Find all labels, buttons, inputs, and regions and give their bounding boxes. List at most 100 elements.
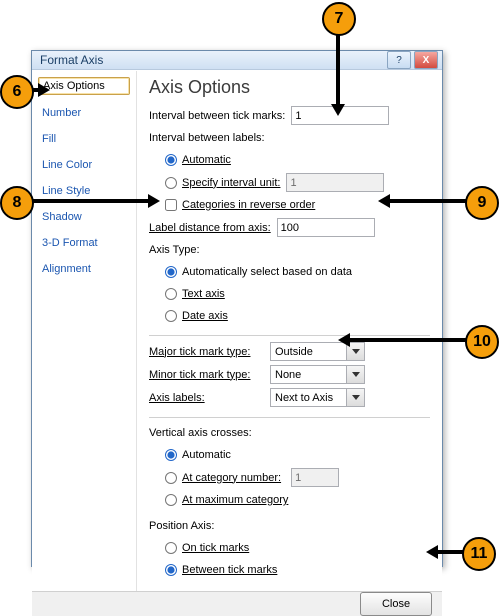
callout-9: 9 <box>465 186 499 220</box>
arrow-11-line <box>438 550 464 554</box>
axis-type-text-radio[interactable] <box>165 288 177 300</box>
minor-tick-select[interactable]: None <box>270 365 365 384</box>
sidebar: Axis Options Number Fill Line Color Line… <box>32 71 137 591</box>
specify-unit-label: Specify interval unit: <box>182 177 280 189</box>
row-axis-type-text: Text axis <box>149 285 430 303</box>
major-tick-value: Outside <box>275 346 346 358</box>
vert-cross-auto-label: Automatic <box>182 449 231 461</box>
arrow-10-line <box>350 338 468 342</box>
vert-cross-max-label: At maximum category <box>182 494 288 506</box>
arrow-8-head <box>148 194 160 208</box>
row-major-tick: Major tick mark type: Outside <box>149 342 430 361</box>
interval-auto-label: Automatic <box>182 154 231 166</box>
sidebar-item-label: 3-D Format <box>42 237 98 249</box>
sidebar-item-line-style[interactable]: Line Style <box>38 183 130 199</box>
separator-2 <box>149 417 430 418</box>
close-button[interactable]: Close <box>360 592 432 616</box>
row-vert-cross-cat: At category number: <box>149 468 430 487</box>
sidebar-item-alignment[interactable]: Alignment <box>38 261 130 277</box>
sidebar-item-label: Number <box>42 107 81 119</box>
minor-tick-value: None <box>275 369 346 381</box>
axis-labels-value: Next to Axis <box>275 392 346 404</box>
position-axis-label: Position Axis: <box>149 520 214 532</box>
dialog-footer: Close <box>32 591 442 616</box>
major-tick-select[interactable]: Outside <box>270 342 365 361</box>
arrow-6-head <box>38 83 50 97</box>
close-window-button[interactable]: X <box>414 51 438 69</box>
callout-7: 7 <box>322 2 356 36</box>
axis-type-date-radio[interactable] <box>165 310 177 322</box>
dialog-body: Axis Options Number Fill Line Color Line… <box>32 70 442 591</box>
sidebar-item-label: Line Color <box>42 159 92 171</box>
position-on-radio[interactable] <box>165 542 177 554</box>
sidebar-item-3d-format[interactable]: 3-D Format <box>38 235 130 251</box>
sidebar-item-fill[interactable]: Fill <box>38 131 130 147</box>
row-axis-type: Axis Type: <box>149 241 430 259</box>
sidebar-item-label: Line Style <box>42 185 90 197</box>
specify-unit-radio[interactable] <box>165 177 177 189</box>
sidebar-item-label: Alignment <box>42 263 91 275</box>
separator-1 <box>149 335 430 336</box>
chevron-down-icon <box>346 389 364 406</box>
axis-type-date-label: Date axis <box>182 310 228 322</box>
chevron-down-icon <box>346 366 364 383</box>
row-axis-type-auto: Automatically select based on data <box>149 263 430 281</box>
callout-6-number: 6 <box>13 83 22 101</box>
axis-type-text-label: Text axis <box>182 288 225 300</box>
interval-labels-label: Interval between labels: <box>149 132 265 144</box>
row-axis-type-date: Date axis <box>149 307 430 325</box>
interval-auto-radio[interactable] <box>165 154 177 166</box>
row-interval-tick: Interval between tick marks: <box>149 106 430 125</box>
close-icon: X <box>423 55 430 66</box>
callout-9-number: 9 <box>478 194 487 212</box>
sidebar-item-line-color[interactable]: Line Color <box>38 157 130 173</box>
callout-11-number: 11 <box>471 545 488 563</box>
sidebar-item-label: Shadow <box>42 211 82 223</box>
reverse-checkbox[interactable] <box>165 199 177 211</box>
row-axis-labels: Axis labels: Next to Axis <box>149 388 430 407</box>
row-vert-cross: Vertical axis crosses: <box>149 424 430 442</box>
sidebar-item-axis-options[interactable]: Axis Options <box>38 77 130 95</box>
axis-type-auto-label: Automatically select based on data <box>182 266 352 278</box>
callout-7-number: 7 <box>335 10 344 28</box>
axis-type-auto-radio[interactable] <box>165 266 177 278</box>
major-tick-label: Major tick mark type: <box>149 346 264 358</box>
sidebar-item-number[interactable]: Number <box>38 105 130 121</box>
format-axis-dialog: Format Axis ? X Axis Options Number Fill… <box>31 50 443 567</box>
arrow-9-head <box>378 194 390 208</box>
axis-labels-select[interactable]: Next to Axis <box>270 388 365 407</box>
vert-cross-cat-input[interactable] <box>291 468 339 487</box>
specify-unit-input[interactable] <box>286 173 384 192</box>
minor-tick-label: Minor tick mark type: <box>149 369 264 381</box>
help-button[interactable]: ? <box>387 51 411 69</box>
titlebar: Format Axis ? X <box>32 51 442 70</box>
reverse-label: Categories in reverse order <box>182 199 315 211</box>
axis-labels-label: Axis labels: <box>149 392 264 404</box>
arrow-9-line <box>390 199 468 203</box>
vert-cross-auto-radio[interactable] <box>165 449 177 461</box>
row-specify-unit: Specify interval unit: <box>149 173 430 192</box>
vert-cross-max-radio[interactable] <box>165 494 177 506</box>
row-interval-labels: Interval between labels: <box>149 129 430 147</box>
position-on-label: On tick marks <box>182 542 249 554</box>
sidebar-item-label: Fill <box>42 133 56 145</box>
callout-11: 11 <box>462 537 496 571</box>
sidebar-item-shadow[interactable]: Shadow <box>38 209 130 225</box>
vert-cross-cat-radio[interactable] <box>165 472 177 484</box>
row-vert-cross-max: At maximum category <box>149 491 430 509</box>
row-label-distance: Label distance from axis: <box>149 218 430 237</box>
callout-8: 8 <box>0 186 34 220</box>
position-between-label: Between tick marks <box>182 564 277 576</box>
main-panel: Axis Options Interval between tick marks… <box>137 71 442 591</box>
callout-10-number: 10 <box>473 333 491 351</box>
row-interval-auto: Automatic <box>149 151 430 169</box>
arrow-11-head <box>426 545 438 559</box>
row-vert-cross-auto: Automatic <box>149 446 430 464</box>
row-minor-tick: Minor tick mark type: None <box>149 365 430 384</box>
sidebar-item-label: Axis Options <box>43 80 105 92</box>
panel-heading: Axis Options <box>149 77 430 98</box>
label-distance-input[interactable] <box>277 218 375 237</box>
close-button-label: Close <box>382 598 410 610</box>
callout-8-number: 8 <box>13 194 22 212</box>
position-between-radio[interactable] <box>165 564 177 576</box>
